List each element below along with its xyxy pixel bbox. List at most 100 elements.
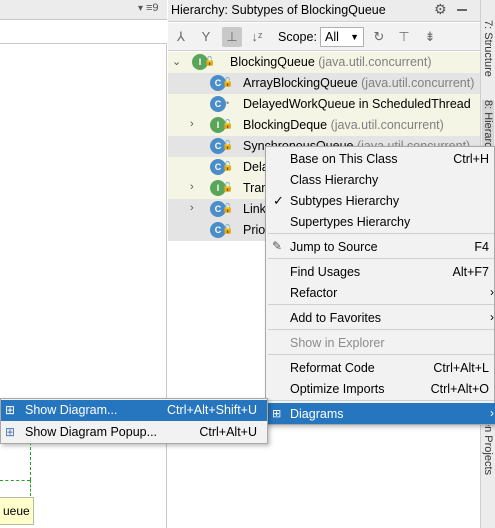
menu-item-label: Show Diagram Popup... xyxy=(25,425,158,439)
tree-item-name: BlockingDeque xyxy=(243,118,328,132)
access-icon: 🔓 xyxy=(204,56,216,66)
submenu-arrow-icon: › xyxy=(490,406,494,420)
menu-item-find-usages[interactable]: Find Usages Alt+F7 xyxy=(266,261,495,282)
submenu-arrow-icon: › xyxy=(490,285,494,299)
submenu-arrow-icon: › xyxy=(490,310,494,324)
pin-icon[interactable]: ⊤ xyxy=(394,27,414,47)
access-icon: 🔓 xyxy=(222,140,234,150)
tree-row[interactable]: ⌄ I 🔓 BlockingQueue (java.util.concurren… xyxy=(168,52,480,73)
diagram-icon: ⊞ xyxy=(272,408,282,420)
menu-item-label: Base on This Class xyxy=(290,152,398,166)
menu-item-shortcut: Ctrl+H xyxy=(453,152,489,166)
menu-item-label: Refactor xyxy=(290,286,338,300)
menu-item-label: Supertypes Hierarchy xyxy=(290,215,411,229)
access-icon: 🔓 xyxy=(222,119,234,129)
access-icon: 🔓 xyxy=(222,182,234,192)
supertype-hierarchy-icon[interactable]: ⅄ xyxy=(171,27,191,47)
expand-chevron-icon[interactable]: › xyxy=(190,181,194,193)
tree-row[interactable]: C • DelayedWorkQueue in ScheduledThread xyxy=(168,94,480,115)
diagram-icon: ⊞ xyxy=(5,403,16,417)
context-menu: Base on This Class Ctrl+H Class Hierarch… xyxy=(265,146,495,425)
tree-row[interactable]: › I 🔓 BlockingDeque (java.util.concurren… xyxy=(168,115,480,136)
menu-item-show-diagram-popup[interactable]: ⊞ Show Diagram Popup... Ctrl+Alt+U xyxy=(1,422,267,443)
dot-icon: • xyxy=(226,98,230,108)
menu-separator xyxy=(268,354,494,355)
menu-item-label: Show in Explorer xyxy=(290,336,385,350)
type-hierarchy-icon[interactable]: ⊥ xyxy=(222,27,242,47)
menu-item-label: Find Usages xyxy=(290,265,361,279)
diagram-edge xyxy=(30,442,31,480)
menu-item-label: Show Diagram... xyxy=(25,403,118,417)
menu-item-label: Jump to Source xyxy=(290,240,378,254)
scope-value: All xyxy=(325,30,339,44)
hierarchy-title: Hierarchy: Subtypes of BlockingQueue xyxy=(171,3,386,17)
editor-tab-bar: ▾ ≡9 xyxy=(0,0,167,20)
hierarchy-toolbar: ⅄ Y ⊥ ↓ᶻ Scope: All ▼ ↻ ⊤ ⇟ xyxy=(168,23,480,51)
menu-item-label: Optimize Imports xyxy=(290,382,385,396)
refresh-icon[interactable]: ↻ xyxy=(369,27,389,47)
sort-alphabetically-icon[interactable]: ↓ᶻ xyxy=(247,27,267,47)
menu-item-optimize-imports[interactable]: Optimize Imports Ctrl+Alt+O xyxy=(266,378,495,399)
diagrams-submenu: ⊞ Show Diagram... Ctrl+Alt+Shift+U ⊞ Sho… xyxy=(0,398,268,444)
menu-item-subtypes-hierarchy[interactable]: ✓ Subtypes Hierarchy xyxy=(266,190,495,211)
menu-item-label: Add to Favorites xyxy=(290,311,382,325)
menu-separator xyxy=(268,258,494,259)
recent-files-icon[interactable]: ≡9 xyxy=(146,2,159,14)
projects-tab[interactable]: en Projects xyxy=(482,420,494,475)
menu-item-refactor[interactable]: Refactor › xyxy=(266,282,495,303)
scope-select[interactable]: All ▼ xyxy=(320,27,364,47)
expand-all-icon[interactable]: ⇟ xyxy=(420,27,440,47)
tree-item-package: (java.util.concurrent) xyxy=(318,55,432,69)
access-icon: 🔓 xyxy=(222,161,234,171)
structure-tab[interactable]: 7: Structure xyxy=(482,20,494,77)
menu-item-label: Subtypes Hierarchy xyxy=(290,194,400,208)
minimize-icon[interactable] xyxy=(457,9,467,11)
tree-item-name: Link xyxy=(243,202,266,216)
diagram-icon: ⊞ xyxy=(5,425,16,439)
tree-item-package: (java.util.concurrent) xyxy=(330,118,444,132)
chevron-down-icon[interactable]: ▾ xyxy=(138,3,143,14)
menu-item-shortcut: Ctrl+Alt+Shift+U xyxy=(167,403,257,417)
menu-item-reformat-code[interactable]: Reformat Code Ctrl+Alt+L xyxy=(266,357,495,378)
diagram-edge xyxy=(0,480,30,481)
hierarchy-header: Hierarchy: Subtypes of BlockingQueue ⚙ xyxy=(168,0,480,22)
menu-separator xyxy=(268,329,494,330)
class-icon: C xyxy=(210,96,226,112)
editor-pane xyxy=(0,0,167,528)
tree-item-name: ArrayBlockingQueue xyxy=(243,76,358,90)
scope-label: Scope: xyxy=(278,30,317,44)
diagram-edge xyxy=(30,480,31,496)
access-icon: 🔓 xyxy=(222,224,234,234)
check-icon: ✓ xyxy=(273,193,284,208)
menu-item-show-diagram[interactable]: ⊞ Show Diagram... Ctrl+Alt+Shift+U xyxy=(1,400,267,421)
menu-separator xyxy=(268,233,494,234)
menu-item-label: Class Hierarchy xyxy=(290,173,379,187)
access-icon: 🔓 xyxy=(222,203,234,213)
menu-item-jump-to-source[interactable]: ✎ Jump to Source F4 xyxy=(266,236,495,257)
expand-chevron-icon[interactable]: › xyxy=(190,118,194,130)
tree-item-name: DelayedWorkQueue in ScheduledThread xyxy=(243,97,471,111)
expand-chevron-icon[interactable]: › xyxy=(190,202,194,214)
diagram-node-label: ueue xyxy=(3,504,30,518)
menu-item-shortcut: Ctrl+Alt+L xyxy=(433,361,489,375)
menu-item-class-hierarchy[interactable]: Class Hierarchy xyxy=(266,169,495,190)
tree-item-package: (java.util.concurrent) xyxy=(361,76,475,90)
menu-separator xyxy=(268,304,494,305)
menu-item-supertypes-hierarchy[interactable]: Supertypes Hierarchy xyxy=(266,211,495,232)
menu-item-add-to-favorites[interactable]: Add to Favorites › xyxy=(266,307,495,328)
menu-item-diagrams[interactable]: ⊞ Diagrams › xyxy=(266,403,495,424)
access-icon: 🔓 xyxy=(222,77,234,87)
menu-item-base-on-this-class[interactable]: Base on This Class Ctrl+H xyxy=(266,148,495,169)
diagram-node[interactable]: ueue xyxy=(0,497,34,525)
gear-icon[interactable]: ⚙ xyxy=(434,1,447,18)
menu-item-label: Reformat Code xyxy=(290,361,375,375)
menu-item-shortcut: Ctrl+Alt+O xyxy=(430,382,489,396)
menu-item-show-in-explorer: Show in Explorer xyxy=(266,332,495,353)
pencil-icon: ✎ xyxy=(272,239,283,253)
subtype-hierarchy-icon[interactable]: Y xyxy=(196,27,216,47)
menu-separator xyxy=(268,400,494,401)
chevron-down-icon: ▼ xyxy=(350,32,359,42)
tree-row[interactable]: C 🔓 ArrayBlockingQueue (java.util.concur… xyxy=(168,73,480,94)
expand-chevron-icon[interactable]: ⌄ xyxy=(172,55,181,68)
editor-breadcrumb-bar xyxy=(0,20,167,44)
